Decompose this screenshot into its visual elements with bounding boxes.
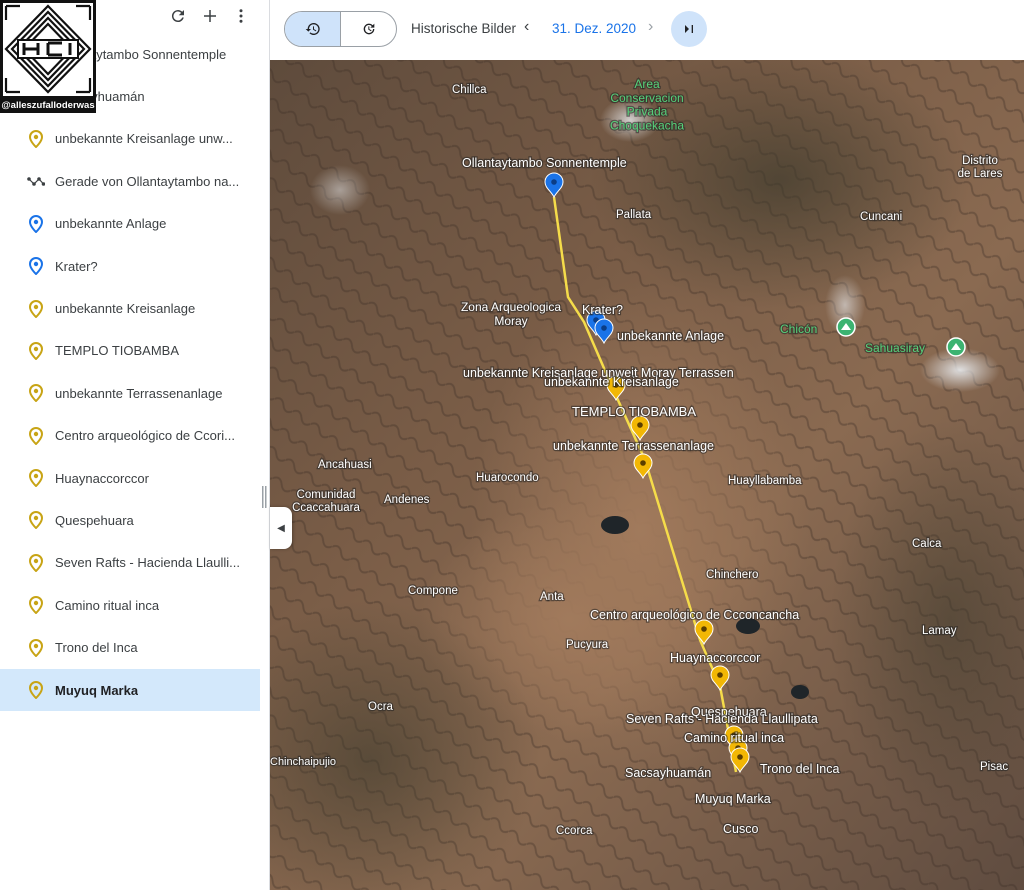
placemark-label: Sacsayhuamán — [625, 766, 711, 780]
place-label: Distrito de Lares — [958, 155, 1003, 180]
refresh-icon[interactable] — [166, 4, 190, 28]
pin-icon — [27, 638, 45, 657]
list-item-label: unbekannte Anlage — [55, 216, 167, 232]
pin-icon — [27, 384, 45, 403]
placemark-label: Muyuq Marka — [695, 792, 771, 806]
pin-icon — [27, 299, 45, 318]
list-item[interactable]: unbekannte Anlage — [0, 203, 260, 245]
placemark-label: TEMPLO TIOBAMBA — [572, 404, 696, 419]
pin-icon — [27, 341, 45, 360]
place-label: Huarocondo — [476, 472, 539, 484]
pin-icon — [27, 511, 45, 530]
sidebar-resize-handle[interactable] — [262, 486, 267, 508]
list-item[interactable]: Krater? — [0, 245, 260, 287]
chevron-left-icon[interactable]: ‹ — [524, 18, 529, 36]
list-item[interactable]: Trono del Inca — [0, 626, 260, 668]
list-item[interactable]: Quespehuara — [0, 499, 260, 541]
list-item[interactable]: unbekannte Kreisanlage unw... — [0, 118, 260, 160]
list-item-label: Krater? — [55, 258, 98, 274]
place-label: Ancahuasi — [318, 459, 372, 471]
placemark-label: Huaynaccorccor — [670, 651, 760, 665]
placemark-label: unbekannte Terrassenanlage — [553, 439, 714, 453]
placemark-label: Ollantaytambo Sonnentemple — [462, 156, 627, 170]
list-item-label: Gerade von Ollantaytambo na... — [55, 173, 240, 189]
pin-icon — [27, 596, 45, 615]
list-item-label: Muyuq Marka — [55, 682, 139, 698]
pin-icon — [27, 426, 45, 445]
historical-imagery-label: Historische Bilder — [411, 21, 517, 36]
sidebar: Ollantaytambo Sonnentemple Sacsayhuamán un… — [0, 0, 270, 890]
list-item-label: Seven Rafts - Hacienda Llaulli... — [55, 555, 240, 571]
satellite-map[interactable]: Chillca Ollantaytambo Sonnentemple Pallata… — [270, 60, 1024, 890]
plus-icon[interactable] — [198, 4, 222, 28]
place-label: Compone — [408, 585, 458, 597]
placemark-list: Ollantaytambo Sonnentemple Sacsayhuamán un… — [0, 33, 260, 712]
place-label: Chillca — [452, 84, 487, 96]
mountain-icon[interactable] — [836, 317, 856, 337]
watermark-handle: @alleszufalloderwas — [0, 99, 96, 113]
list-item-label: TEMPLO TIOBAMBA — [55, 343, 180, 359]
placemark-label: unbekannte Anlage — [617, 329, 724, 343]
placemark-label: Seven Rafts - Hacienda Llaullipata — [626, 712, 818, 726]
list-item-label: Trono del Inca — [55, 640, 138, 656]
placemark-label: Centro arqueológico de Ccconcancha — [590, 608, 799, 622]
list-item[interactable]: Huaynaccorccor — [0, 457, 260, 499]
collapse-sidebar-button[interactable]: ◀ — [270, 507, 292, 549]
placemark-label: Trono del Inca — [760, 762, 839, 776]
path-icon — [27, 172, 45, 190]
list-item-label: unbekannte Kreisanlage — [55, 301, 196, 317]
list-item[interactable]: TEMPLO TIOBAMBA — [0, 330, 260, 372]
pin-icon — [27, 553, 45, 572]
watermark-logo: @alleszufalloderwas — [0, 0, 96, 113]
place-label: Comunidad Ccaccahuara — [292, 489, 360, 514]
place-label: Cuncani — [860, 211, 902, 223]
place-label: Pallata — [616, 209, 652, 221]
place-label: Chicón — [780, 322, 817, 336]
place-label: Andenes — [384, 494, 430, 506]
place-label: Huayllabamba — [728, 475, 802, 487]
place-label: Sahuasiray — [865, 341, 925, 355]
list-item-label: Huaynaccorccor — [55, 470, 149, 486]
placemark-label: Camino ritual inca — [684, 731, 784, 745]
place-label: Ocra — [368, 701, 394, 713]
historical-imagery-bar: Historische Bilder ‹ 31. Dez. 2020 › — [270, 0, 1024, 60]
place-label: Anta — [540, 591, 564, 603]
list-item[interactable]: Gerade von Ollantaytambo na... — [0, 160, 260, 202]
place-label: Pucyura — [566, 639, 609, 651]
pin-icon — [27, 214, 45, 233]
place-label: Cusco — [723, 822, 758, 836]
pin-icon — [27, 469, 45, 488]
place-label: Chinchero — [706, 569, 758, 581]
imagery-date[interactable]: 31. Dez. 2020 — [552, 21, 636, 36]
view-mode-toggle — [284, 11, 397, 47]
place-label: Chinchaipujio — [270, 756, 336, 768]
list-item-label: Centro arqueológico de Ccori... — [55, 428, 235, 444]
mountain-icon[interactable] — [946, 337, 966, 357]
list-item[interactable]: Seven Rafts - Hacienda Llaulli... — [0, 542, 260, 584]
pin-icon — [27, 257, 45, 276]
list-item[interactable]: unbekannte Terrassenanlage — [0, 372, 260, 414]
list-item[interactable]: Centro arqueológico de Ccori... — [0, 415, 260, 457]
chevron-right-icon[interactable]: › — [648, 18, 653, 36]
list-item[interactable]: unbekannte Kreisanlage — [0, 287, 260, 329]
place-label: Ccorca — [556, 825, 593, 837]
list-item-label: unbekannte Terrassenanlage — [55, 385, 223, 401]
placemark-label: Krater? — [582, 303, 623, 317]
list-item[interactable]: Camino ritual inca — [0, 584, 260, 626]
more-vert-icon[interactable] — [229, 4, 253, 28]
history-icon[interactable] — [285, 12, 341, 46]
skip-to-latest-icon[interactable] — [671, 11, 707, 47]
list-item[interactable]: Muyuq Marka — [0, 668, 260, 712]
timer-icon[interactable] — [341, 12, 396, 46]
list-item-label: Camino ritual inca — [55, 597, 160, 613]
pin-icon — [27, 129, 45, 148]
placemark-label: unbekannte Kreisanlage — [544, 375, 679, 389]
pin-icon — [27, 681, 45, 700]
place-label: Calca — [912, 538, 942, 550]
place-label: Lamay — [922, 625, 957, 637]
place-label: Pisac — [980, 761, 1008, 773]
list-item-label: unbekannte Kreisanlage unw... — [55, 131, 233, 147]
list-item-label: Quespehuara — [55, 512, 134, 528]
